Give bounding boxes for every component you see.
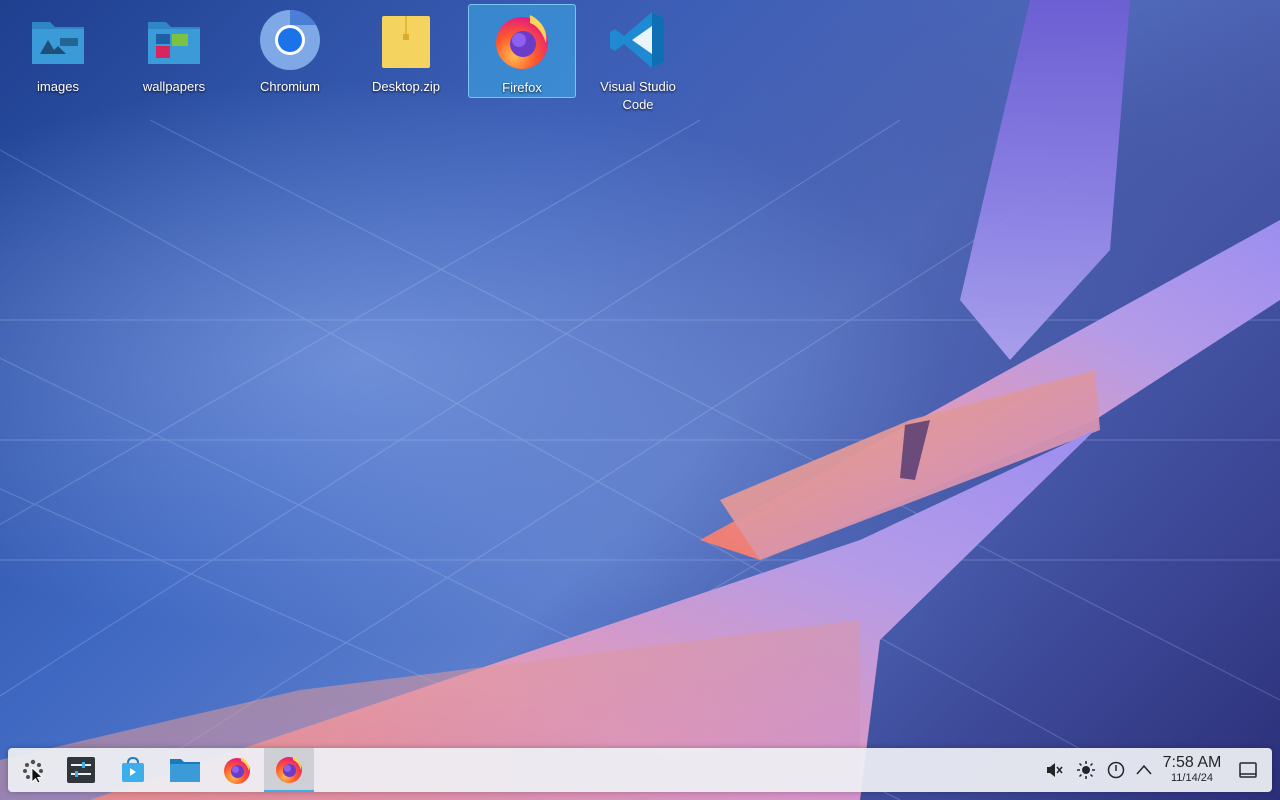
folder-wallpapers-icon	[148, 22, 200, 64]
kde-launcher-icon	[23, 759, 43, 783]
digital-clock[interactable]: 7:58 AM 11/14/24	[1158, 754, 1226, 785]
speaker-muted-icon	[1047, 763, 1063, 777]
settings-sliders-icon	[67, 757, 95, 783]
folder-images-icon	[32, 22, 84, 64]
power-icon	[1107, 761, 1125, 779]
desktop-icon-label: Chromium	[260, 79, 320, 94]
clock-time: 7:58 AM	[1162, 754, 1222, 771]
clock-date: 11/14/24	[1170, 772, 1213, 784]
application-launcher-button[interactable]	[8, 748, 58, 792]
desktop-icon-label: Firefox	[502, 80, 542, 95]
show-hidden-tray-button[interactable]	[1134, 760, 1154, 780]
brightness-button[interactable]	[1076, 760, 1096, 780]
desktop-icon-label: Desktop.zip	[372, 79, 440, 94]
desktop-icon-label: images	[37, 79, 79, 94]
system-settings-button[interactable]	[56, 748, 106, 792]
show-desktop-button[interactable]	[1238, 760, 1258, 780]
brightness-icon	[1077, 761, 1095, 779]
firefox-icon	[276, 756, 302, 783]
desktop[interactable]: images wallpapers Chromium Desktop.zip F…	[0, 0, 1280, 800]
chromium-icon	[260, 9, 320, 70]
desktop-icon-images[interactable]: images	[4, 4, 112, 98]
taskbar: 7:58 AM 11/14/24	[8, 748, 1272, 792]
firefox-window-button[interactable]	[264, 748, 314, 792]
vscode-icon	[610, 12, 664, 68]
desktop-icon-wallpapers[interactable]: wallpapers	[120, 4, 228, 98]
software-store-icon	[122, 756, 144, 782]
folder-icon	[170, 759, 200, 782]
desktop-icon-label: Visual Studio Code	[600, 79, 676, 112]
volume-button[interactable]	[1044, 760, 1064, 780]
discover-button[interactable]	[108, 748, 158, 792]
desktop-icon-vscode[interactable]: Visual Studio Code	[584, 4, 692, 112]
zip-archive-icon	[382, 16, 430, 68]
show-desktop-icon	[1239, 762, 1257, 778]
power-button[interactable]	[1106, 760, 1126, 780]
firefox-launcher-button[interactable]	[212, 748, 262, 792]
desktop-icon-firefox[interactable]: Firefox	[468, 4, 576, 98]
wallpaper-ribbons	[0, 0, 1280, 800]
desktop-icon-label: wallpapers	[142, 79, 206, 94]
firefox-icon	[496, 15, 548, 69]
firefox-icon	[224, 757, 250, 784]
chevron-up-icon	[1136, 764, 1152, 775]
desktop-icon-desktop-zip[interactable]: Desktop.zip	[352, 4, 460, 98]
file-manager-button[interactable]	[160, 748, 210, 792]
desktop-icon-chromium[interactable]: Chromium	[236, 4, 344, 98]
